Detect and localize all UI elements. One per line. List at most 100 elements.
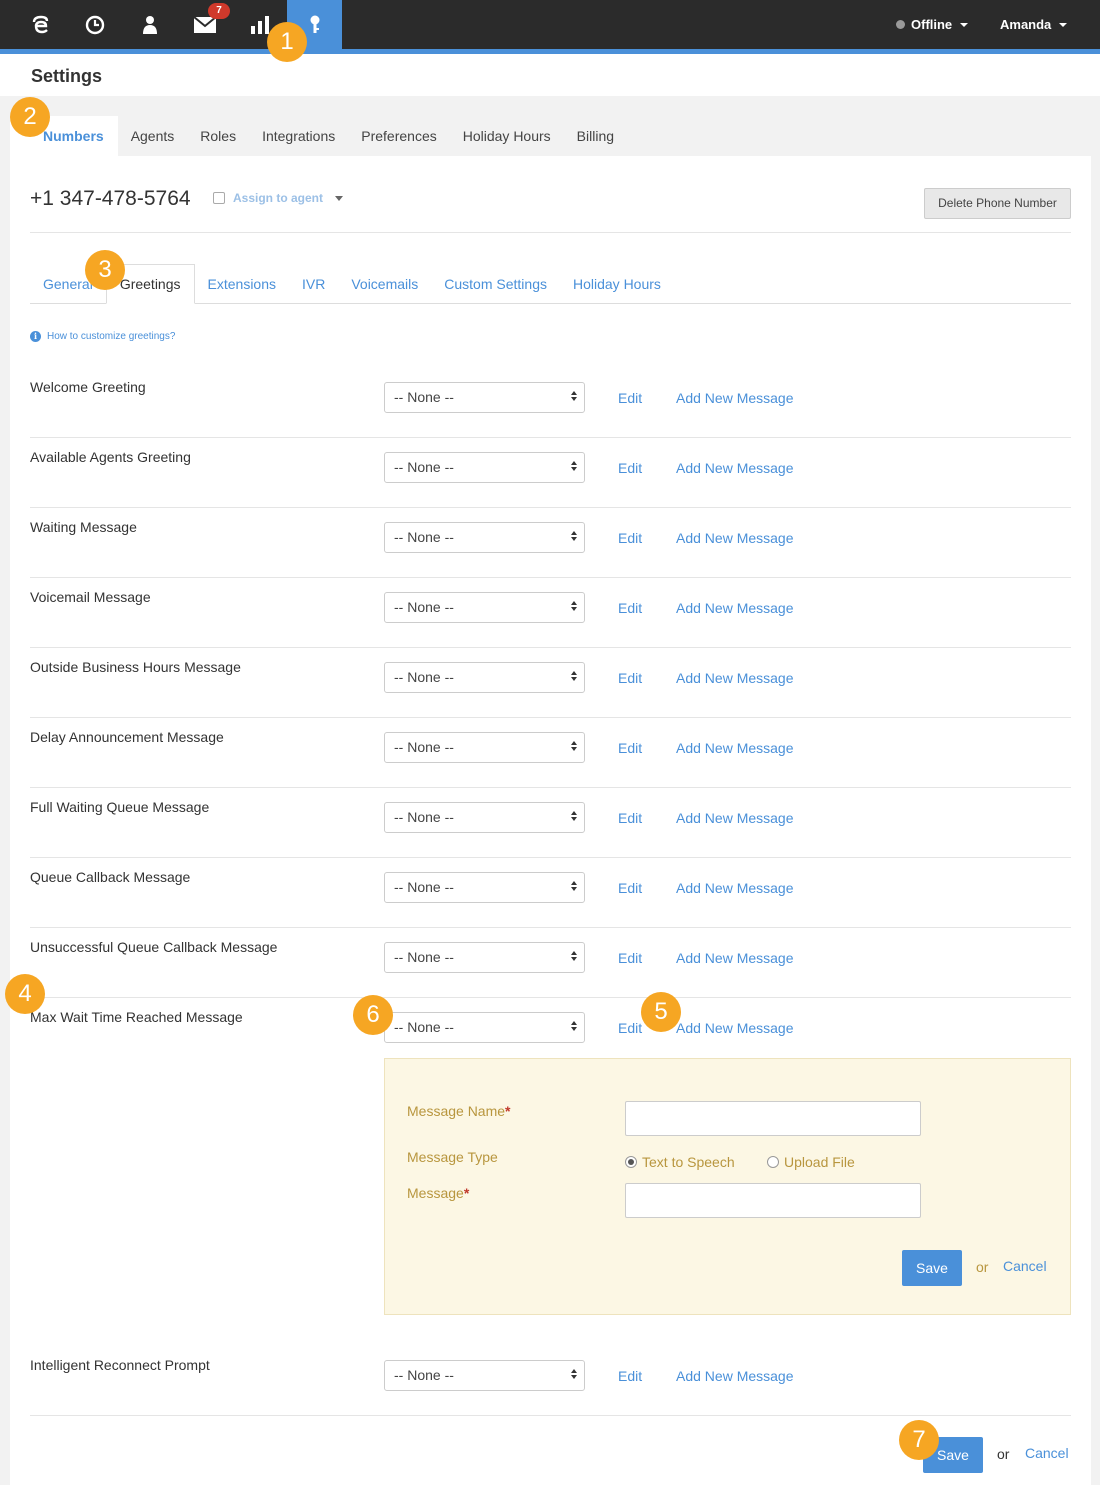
greeting-select[interactable]: -- None -- [384,452,585,483]
edit-link[interactable]: Edit [618,460,642,476]
greeting-label: Voicemail Message [30,589,151,605]
greeting-select[interactable]: -- None -- [384,382,585,413]
greeting-label: Delay Announcement Message [30,729,224,745]
add-new-message-link[interactable]: Add New Message [676,1368,794,1384]
greeting-select-value: -- None -- [394,389,454,405]
greeting-select-value: -- None -- [394,669,454,685]
add-new-message-link[interactable]: Add New Message [676,1020,794,1036]
user-menu[interactable]: Amanda [1000,17,1068,32]
add-new-message-link[interactable]: Add New Message [676,390,794,406]
edit-link[interactable]: Edit [618,1020,642,1036]
help-link[interactable]: i How to customize greetings? [30,331,175,342]
greeting-select[interactable]: -- None -- [384,942,585,973]
radio-text-to-speech[interactable]: Text to Speech [625,1154,735,1170]
message-name-label: Message Name* [407,1103,511,1119]
message-input[interactable] [625,1183,921,1218]
form-cancel-link[interactable]: Cancel [1003,1258,1047,1274]
clock-icon[interactable] [67,0,122,49]
greeting-select[interactable]: -- None -- [384,732,585,763]
person-icon[interactable] [122,0,177,49]
chevron-down-icon [960,22,969,27]
edit-link[interactable]: Edit [618,880,642,896]
subtab-holiday-hours[interactable]: Holiday Hours [560,264,674,304]
divider [30,577,1071,578]
tab-preferences[interactable]: Preferences [348,116,449,156]
divider [30,647,1071,648]
edit-link[interactable]: Edit [618,1368,642,1384]
chevron-down-icon[interactable] [335,195,344,201]
form-save-button[interactable]: Save [902,1250,962,1286]
greeting-label: Waiting Message [30,519,137,535]
greeting-select-value: -- None -- [394,599,454,615]
tab-holiday-hours[interactable]: Holiday Hours [450,116,564,156]
select-arrows-icon [571,1021,577,1031]
greeting-label: Max Wait Time Reached Message [30,1009,243,1025]
tab-billing[interactable]: Billing [564,116,627,156]
mail-icon[interactable]: 7 [177,0,232,49]
edit-link[interactable]: Edit [618,740,642,756]
divider [30,857,1071,858]
radio-unselected-icon[interactable] [767,1156,779,1168]
greeting-select[interactable]: -- None -- [384,1012,585,1043]
callout-badge: 7 [899,1420,939,1460]
edit-link[interactable]: Edit [618,670,642,686]
help-link-text: How to customize greetings? [47,331,176,342]
greeting-select[interactable]: -- None -- [384,802,585,833]
tab-roles[interactable]: Roles [187,116,249,156]
greeting-select-value: -- None -- [394,459,454,475]
top-nav: 7 Offline Amanda [0,0,1100,49]
add-new-message-link[interactable]: Add New Message [676,460,794,476]
add-new-message-link[interactable]: Add New Message [676,600,794,616]
add-new-message-link[interactable]: Add New Message [676,670,794,686]
add-new-message-link[interactable]: Add New Message [676,950,794,966]
greeting-select[interactable]: -- None -- [384,592,585,623]
edit-link[interactable]: Edit [618,390,642,406]
unread-badge: 7 [208,3,230,19]
subtab-voicemails[interactable]: Voicemails [338,264,431,304]
status-dropdown[interactable]: Offline [896,17,969,32]
edit-link[interactable]: Edit [618,600,642,616]
phone-number: +1 347-478-5764 [30,187,191,210]
greeting-select[interactable]: -- None -- [384,522,585,553]
callout-badge: 2 [10,97,50,137]
subtab-ivr[interactable]: IVR [289,264,338,304]
select-arrows-icon [571,671,577,681]
greeting-select-value: -- None -- [394,1019,454,1035]
greeting-select[interactable]: -- None -- [384,1360,585,1391]
sub-tabs: General Greetings Extensions IVR Voicema… [30,264,674,304]
delete-phone-number-button[interactable]: Delete Phone Number [924,188,1071,219]
edit-link[interactable]: Edit [618,810,642,826]
edit-link[interactable]: Edit [618,950,642,966]
main-tabs: Numbers Agents Roles Integrations Prefer… [10,116,627,156]
greeting-select-value: -- None -- [394,739,454,755]
select-arrows-icon [571,461,577,471]
add-new-message-link[interactable]: Add New Message [676,740,794,756]
assign-to-agent[interactable]: Assign to agent [213,191,344,205]
greeting-label: Unsuccessful Queue Callback Message [30,939,278,955]
radio-upload-file[interactable]: Upload File [767,1154,855,1170]
greeting-label: Full Waiting Queue Message [30,799,210,815]
tab-integrations[interactable]: Integrations [249,116,348,156]
assign-checkbox[interactable] [213,192,225,204]
radio-selected-icon[interactable] [625,1156,637,1168]
add-new-message-link[interactable]: Add New Message [676,880,794,896]
info-icon: i [30,331,41,342]
callout-badge: 3 [85,250,125,290]
message-name-input[interactable] [625,1101,921,1136]
subtab-custom-settings[interactable]: Custom Settings [431,264,560,304]
add-new-message-link[interactable]: Add New Message [676,810,794,826]
cancel-link[interactable]: Cancel [1025,1445,1069,1461]
select-arrows-icon [571,1369,577,1379]
message-type-label: Message Type [407,1149,498,1165]
edit-link[interactable]: Edit [618,530,642,546]
logo-icon[interactable] [13,0,68,49]
or-text: or [997,1446,1010,1462]
greeting-select[interactable]: -- None -- [384,872,585,903]
add-new-message-link[interactable]: Add New Message [676,530,794,546]
greeting-select-value: -- None -- [394,809,454,825]
callout-badge: 1 [267,22,307,62]
tab-agents[interactable]: Agents [118,116,188,156]
greeting-select[interactable]: -- None -- [384,662,585,693]
subtab-extensions[interactable]: Extensions [195,264,289,304]
divider [30,437,1071,438]
